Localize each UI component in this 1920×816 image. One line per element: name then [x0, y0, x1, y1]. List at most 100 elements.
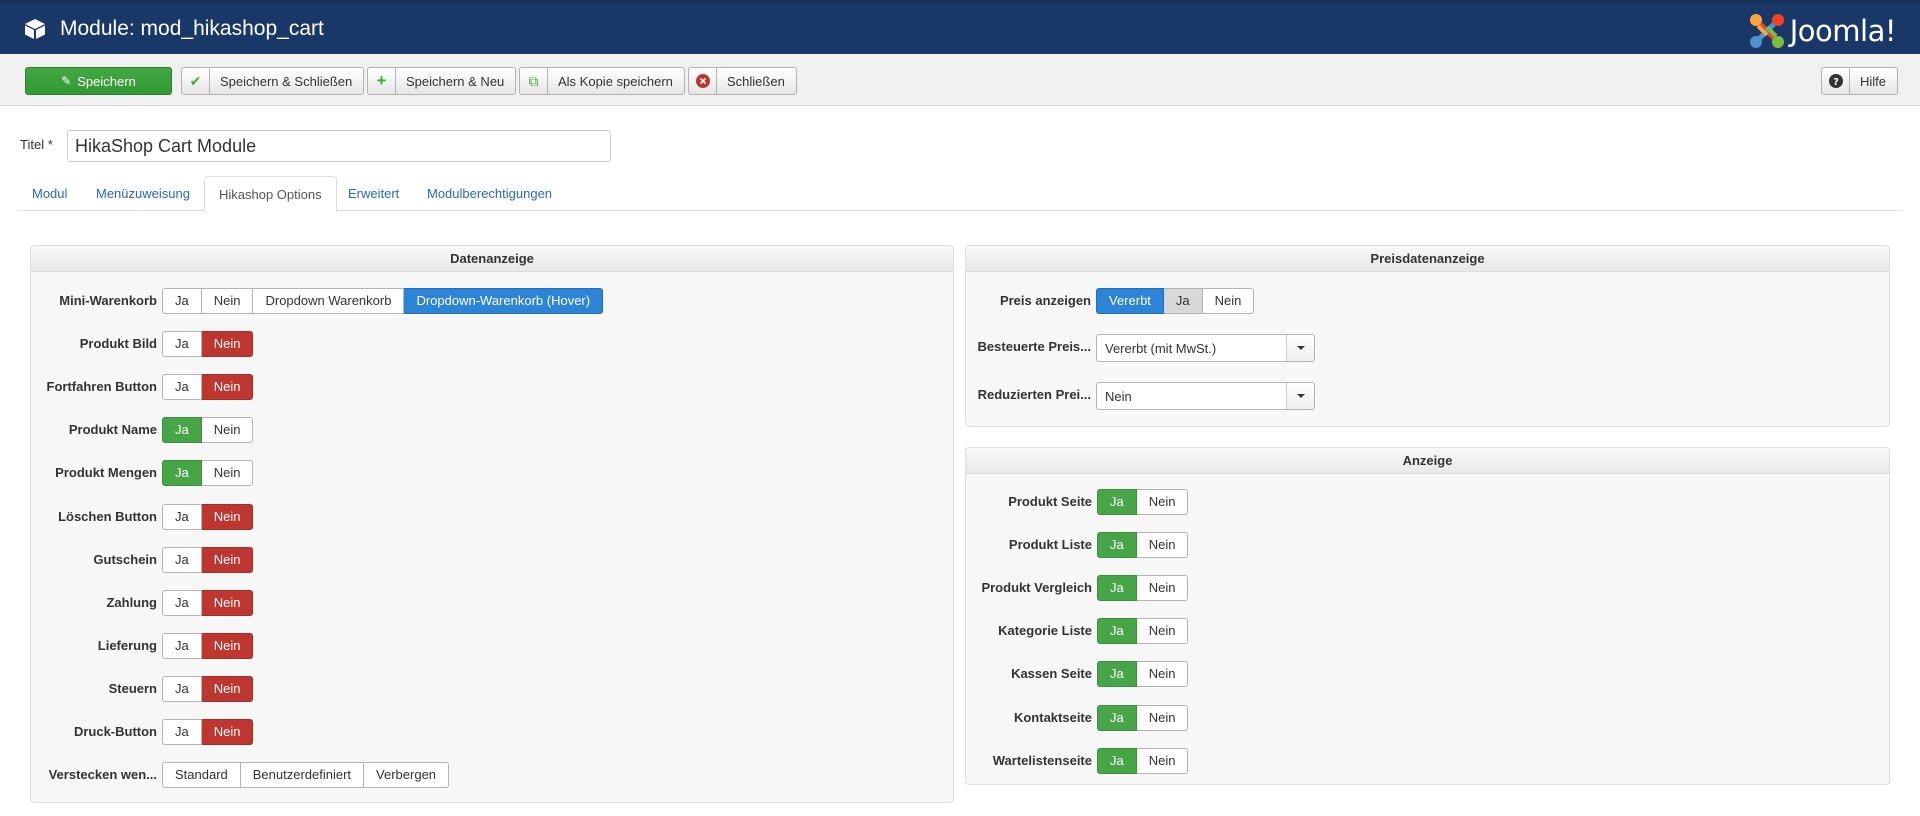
verstecken-wen-option-verbergen[interactable]: Verbergen: [364, 762, 450, 789]
title-input[interactable]: [67, 130, 611, 162]
lieferung-toggle: Ja Nein: [162, 632, 254, 659]
produkt-bild-label: Produkt Bild: [79, 336, 157, 352]
produkt-bild-option-nein[interactable]: Nein: [201, 331, 254, 358]
produkt-name-option-nein[interactable]: Nein: [201, 417, 254, 444]
zahlung-option-ja[interactable]: Ja: [162, 589, 202, 616]
joomla-logo: Joomla!: [1748, 12, 1897, 50]
toolbar: ✎ Speichern ✔ Speichern & Schließen + Sp…: [0, 54, 1920, 106]
kassen-seite-option-ja[interactable]: Ja: [1097, 661, 1137, 688]
produkt-liste-option-nein[interactable]: Nein: [1136, 532, 1189, 559]
produkt-seite-toggle: Ja Nein: [1097, 489, 1189, 515]
help-button[interactable]: ? Hilfe: [1821, 67, 1899, 95]
tab-modulberechtigungen[interactable]: Modulberechtigungen: [413, 176, 566, 211]
produkt-vergleich-option-ja[interactable]: Ja: [1097, 575, 1137, 602]
produkt-mengen-option-nein[interactable]: Nein: [201, 460, 254, 487]
edit-icon: ✎: [61, 74, 72, 88]
gutschein-option-nein[interactable]: Nein: [201, 546, 254, 573]
kontaktseite-option-nein[interactable]: Nein: [1136, 704, 1189, 731]
produkt-mengen-toggle: Ja Nein: [162, 460, 254, 487]
steuern-option-ja[interactable]: Ja: [162, 675, 202, 702]
tab-hikashop-options[interactable]: Hikashop Options: [204, 176, 337, 212]
produkt-name-option-ja[interactable]: Ja: [162, 417, 202, 444]
mini-warenkorb-option-dropdown-warenkorb-hover[interactable]: Dropdown-Warenkorb (Hover): [404, 288, 604, 314]
save-new-button[interactable]: + Speichern & Neu: [367, 67, 517, 95]
preis-anzeigen-vererbt[interactable]: Vererbt: [1096, 288, 1164, 314]
produkt-liste-option-ja[interactable]: Ja: [1097, 532, 1137, 559]
preis-anzeigen-label: Preis anzeigen: [999, 293, 1091, 308]
reduzierten-preise-select[interactable]: Nein: [1096, 382, 1315, 410]
verstecken-wen-option-standard[interactable]: Standard: [162, 762, 241, 789]
loeschen-button-option-ja[interactable]: Ja: [162, 503, 202, 530]
title-label: Titel *: [20, 137, 53, 152]
wartelistenseite-option-nein[interactable]: Nein: [1136, 747, 1189, 774]
close-button[interactable]: Schließen: [688, 67, 797, 95]
produkt-seite-option-nein[interactable]: Nein: [1136, 489, 1189, 515]
mini-warenkorb-option-ja[interactable]: Ja: [162, 288, 202, 314]
produkt-bild-option-ja[interactable]: Ja: [162, 331, 202, 358]
besteuerte-preise-label: Besteuerte Preis...: [977, 339, 1091, 354]
produkt-name-toggle: Ja Nein: [162, 417, 254, 444]
kassen-seite-toggle: Ja Nein: [1097, 661, 1189, 688]
mini-warenkorb-option-nein[interactable]: Nein: [201, 288, 254, 314]
tab-modul[interactable]: Modul: [18, 176, 81, 211]
svg-text:?: ?: [1833, 77, 1839, 88]
besteuerte-preise-select[interactable]: Vererbt (mit MwSt.): [1096, 334, 1315, 362]
lieferung-option-ja[interactable]: Ja: [162, 632, 202, 659]
produkt-liste-label: Produkt Liste: [1008, 537, 1092, 553]
kassen-seite-label: Kassen Seite: [1011, 666, 1092, 682]
mini-warenkorb-option-dropdown-warenkorb[interactable]: Dropdown Warenkorb: [253, 288, 405, 314]
druck-button-option-ja[interactable]: Ja: [162, 719, 202, 745]
produkt-vergleich-option-nein[interactable]: Nein: [1136, 575, 1189, 602]
wartelistenseite-option-ja[interactable]: Ja: [1097, 747, 1137, 774]
fortfahren-button-toggle: Ja Nein: [162, 374, 254, 401]
wartelistenseite-label: Wartelistenseite: [992, 752, 1092, 768]
preis-anzeigen-ja[interactable]: Ja: [1163, 288, 1203, 314]
kontaktseite-option-ja[interactable]: Ja: [1097, 704, 1137, 731]
lieferung-option-nein[interactable]: Nein: [201, 632, 254, 659]
kassen-seite-option-nein[interactable]: Nein: [1136, 661, 1189, 688]
tab-bar: Modul Menüzuweisung Hikashop Options Erw…: [18, 176, 1902, 212]
gutschein-option-ja[interactable]: Ja: [162, 546, 202, 573]
loeschen-button-label: Löschen Button: [58, 508, 157, 524]
fortfahren-button-option-ja[interactable]: Ja: [162, 374, 202, 401]
verstecken-wen-label: Verstecken wen...: [48, 767, 157, 783]
zahlung-toggle: Ja Nein: [162, 589, 254, 616]
zahlung-label: Zahlung: [106, 594, 157, 610]
page-title: Module: mod_hikashop_cart: [60, 17, 324, 40]
loeschen-button-toggle: Ja Nein: [162, 503, 254, 530]
tab-erweitert[interactable]: Erweitert: [334, 176, 413, 211]
help-icon: ?: [1822, 68, 1850, 94]
produkt-vergleich-label: Produkt Vergleich: [981, 580, 1092, 596]
lieferung-label: Lieferung: [97, 637, 157, 653]
steuern-option-nein[interactable]: Nein: [201, 675, 254, 702]
loeschen-button-option-nein[interactable]: Nein: [201, 503, 254, 530]
kategorie-liste-option-ja[interactable]: Ja: [1097, 618, 1137, 645]
copy-icon: ⧉: [520, 68, 548, 94]
preisdatenanzeige-title: Preisdatenanzeige: [966, 246, 1889, 272]
plus-icon: +: [368, 68, 396, 94]
joomla-logo-text: Joomla!: [1789, 14, 1897, 48]
top-header: Module: mod_hikashop_cart Joomla!: [0, 0, 1920, 54]
produkt-seite-option-ja[interactable]: Ja: [1097, 489, 1137, 515]
druck-button-option-nein[interactable]: Nein: [201, 719, 254, 745]
produkt-vergleich-toggle: Ja Nein: [1097, 575, 1189, 602]
kontaktseite-toggle: Ja Nein: [1097, 704, 1189, 731]
save-copy-button[interactable]: ⧉ Als Kopie speichern: [519, 67, 685, 95]
chevron-down-icon: [1286, 383, 1314, 409]
produkt-mengen-option-ja[interactable]: Ja: [162, 460, 202, 487]
steuern-toggle: Ja Nein: [162, 675, 254, 702]
mini-warenkorb-toggle: Ja Nein Dropdown Warenkorb Dropdown-Warenko…: [162, 288, 604, 314]
anzeige-title: Anzeige: [966, 448, 1889, 474]
save-button[interactable]: ✎ Speichern: [25, 67, 172, 95]
produkt-mengen-label: Produkt Mengen: [55, 465, 157, 481]
kategorie-liste-toggle: Ja Nein: [1097, 618, 1189, 645]
zahlung-option-nein[interactable]: Nein: [201, 589, 254, 616]
fortfahren-button-option-nein[interactable]: Nein: [201, 374, 254, 401]
cancel-icon: [689, 68, 717, 94]
tab-menuezuweisung[interactable]: Menüzuweisung: [82, 176, 204, 211]
verstecken-wen-option-benutzerdefiniert[interactable]: Benutzerdefiniert: [240, 762, 365, 789]
kategorie-liste-option-nein[interactable]: Nein: [1136, 618, 1189, 645]
preis-anzeigen-nein[interactable]: Nein: [1202, 288, 1255, 314]
gutschein-label: Gutschein: [93, 551, 157, 567]
save-close-button[interactable]: ✔ Speichern & Schließen: [181, 67, 365, 95]
